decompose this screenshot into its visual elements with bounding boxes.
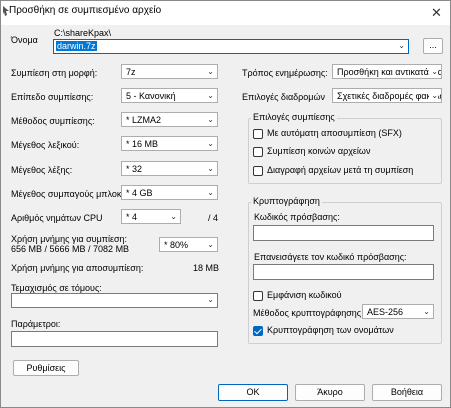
memcomp-value: * 80%	[164, 240, 189, 250]
pathmode-label: Επιλογές διαδρομών	[242, 92, 325, 102]
memcomp-select[interactable]: * 80% ⌄	[159, 237, 218, 252]
dict-select[interactable]: * 16 MB ⌄	[121, 136, 218, 151]
sfx-checkbox[interactable]	[253, 129, 263, 139]
encryption-method-select[interactable]: AES-256 ⌄	[362, 304, 434, 319]
password-label: Κωδικός πρόσβασης:	[254, 212, 340, 222]
delete-after-checkbox[interactable]	[253, 166, 263, 176]
cancel-button[interactable]: Άκυρο	[295, 384, 365, 401]
format-label: Συμπίεση στη μορφή:	[11, 68, 98, 78]
chevron-down-icon: ⌄	[423, 307, 430, 316]
reenter-password-label: Επανεισάγετε τον κωδικό πρόσβασης:	[254, 252, 407, 262]
name-label: Όνομα	[11, 35, 38, 45]
dict-value: * 16 MB	[126, 139, 159, 149]
ok-button[interactable]: OK	[218, 384, 288, 401]
block-select[interactable]: * 4 GB ⌄	[121, 185, 218, 200]
chevron-down-icon: ⌄	[429, 89, 438, 102]
pathmode-select[interactable]: Σχετικές διαδρομές φακέλων ⌄	[332, 88, 442, 103]
block-label: Μέγεθος συμπαγούς μπλοκ:	[11, 189, 124, 199]
chevron-down-icon: ⌄	[207, 91, 214, 100]
memdecomp-label: Χρήση μνήμης για αποσυμπίεση:	[11, 263, 144, 273]
chevron-down-icon[interactable]: ⌄	[207, 295, 214, 304]
encrypt-names-label[interactable]: Κρυπτογράφηση των ονομάτων	[267, 325, 394, 335]
volumes-label: Τεμαχισμός σε τόμους:	[11, 283, 102, 293]
params-input[interactable]	[11, 331, 218, 347]
chevron-down-icon: ⌄	[207, 67, 214, 76]
chevron-down-icon: ⌄	[207, 240, 214, 249]
update-label: Τρόπος ενημέρωσης:	[242, 68, 328, 78]
memcomp-detail: 656 MB / 5666 MB / 7082 MB	[11, 244, 130, 254]
chevron-down-icon: ⌄	[207, 115, 214, 124]
method-label: Μέθοδος συμπίεσης:	[11, 116, 95, 126]
close-icon[interactable]: ✕	[431, 5, 442, 21]
reenter-password-input[interactable]	[253, 264, 434, 280]
dialog-window: Προσθήκη σε συμπιεσμένο αρχείο ✕ Όνομα C…	[0, 0, 451, 408]
encryption-method-value: AES-256	[367, 307, 404, 317]
encryption-method-label: Μέθοδος κρυπτογράφησης	[253, 308, 362, 318]
title-bar: Προσθήκη σε συμπιεσμένο αρχείο ✕	[1, 1, 450, 25]
window-title: Προσθήκη σε συμπιεσμένο αρχείο	[9, 5, 162, 16]
shared-files-checkbox[interactable]	[253, 147, 263, 157]
archive-name-value: darwin.7z	[56, 41, 97, 51]
help-button[interactable]: Βοήθεια	[372, 384, 442, 401]
word-select[interactable]: * 32 ⌄	[121, 161, 218, 176]
level-select[interactable]: 5 - Κανονική ⌄	[121, 88, 218, 103]
params-label: Παράμετροι:	[11, 319, 61, 329]
password-input[interactable]	[253, 225, 434, 241]
browse-button[interactable]: ...	[423, 38, 443, 54]
chevron-down-icon: ⌄	[170, 212, 177, 221]
options-group-title: Επιλογές συμπίεσης	[251, 112, 337, 122]
chevron-down-icon: ⌄	[207, 139, 214, 148]
block-value: * 4 GB	[126, 188, 153, 198]
encryption-group-title: Κρυπτογράφηση	[251, 196, 322, 206]
chevron-down-icon: ⌄	[207, 164, 214, 173]
threads-max: / 4	[208, 213, 219, 223]
update-value: Προσθήκη και αντικατάσταση	[337, 67, 442, 77]
show-password-label[interactable]: Εμφάνιση κωδικού	[267, 290, 342, 300]
method-value: * LZMA2	[126, 115, 162, 125]
delete-after-label[interactable]: Διαγραφή αρχείων μετά τη συμπίεση	[267, 165, 413, 175]
volumes-combobox[interactable]: ⌄	[11, 293, 218, 308]
threads-value: * 4	[126, 212, 138, 222]
word-value: * 32	[126, 164, 143, 174]
update-select[interactable]: Προσθήκη και αντικατάσταση ⌄	[332, 64, 442, 79]
memdecomp-value: 18 MB	[193, 263, 220, 273]
word-label: Μέγεθος λέξης:	[11, 165, 73, 175]
sfx-label[interactable]: Με αυτόματη αποσυμπίεση (SFX)	[267, 128, 402, 138]
format-value: 7z	[126, 67, 136, 77]
settings-button[interactable]: Ρυθμίσεις	[13, 360, 79, 376]
pathmode-value: Σχετικές διαδρομές φακέλων	[337, 91, 442, 101]
format-select[interactable]: 7z ⌄	[121, 64, 218, 79]
threads-label: Αριθμός νημάτων CPU	[11, 213, 103, 223]
chevron-down-icon[interactable]: ⌄	[398, 41, 405, 50]
level-label: Επίπεδο συμπίεσης:	[11, 92, 94, 102]
method-select[interactable]: * LZMA2 ⌄	[121, 112, 218, 127]
memcomp-label: Χρήση μνήμης για συμπίεση:	[11, 234, 128, 244]
show-password-checkbox[interactable]	[253, 291, 263, 301]
threads-select[interactable]: * 4 ⌄	[121, 209, 181, 224]
archive-name-combobox[interactable]: darwin.7z ⌄	[53, 39, 409, 54]
chevron-down-icon: ⌄	[207, 188, 214, 197]
archive-path: C:\shareKpax\	[54, 28, 112, 38]
level-value: 5 - Κανονική	[126, 91, 176, 101]
encrypt-names-checkbox[interactable]	[253, 326, 263, 336]
dict-label: Μέγεθος λεξικού:	[11, 140, 80, 150]
shared-files-label[interactable]: Συμπίεση κοινών αρχείων	[267, 146, 370, 156]
chevron-down-icon: ⌄	[429, 65, 438, 78]
